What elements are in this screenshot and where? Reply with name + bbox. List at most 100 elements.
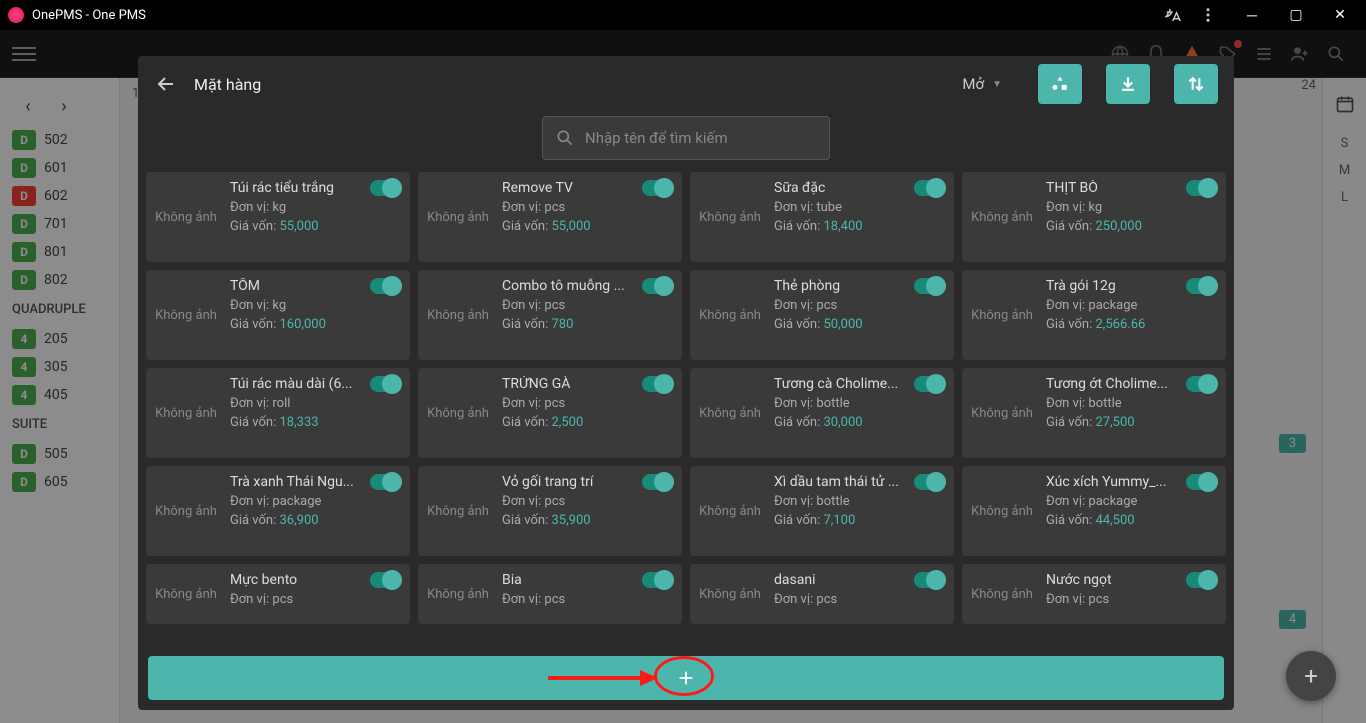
item-card[interactable]: Không ảnh Nước ngọt Đơn vị: pcs — [962, 564, 1226, 624]
item-unit: Đơn vị: pcs — [502, 396, 674, 411]
item-card[interactable]: Không ảnh Remove TV Đơn vị: pcs Giá vốn:… — [418, 172, 682, 262]
item-price: Giá vốn: 30,000 — [774, 415, 946, 430]
search-box[interactable] — [542, 116, 830, 160]
item-card[interactable]: Không ảnh Mực bento Đơn vị: pcs — [146, 564, 410, 624]
item-name: dasani — [774, 572, 914, 588]
item-card[interactable]: Không ảnh Tương ớt Cholime... Đơn vị: bo… — [962, 368, 1226, 458]
item-card[interactable]: Không ảnh Combo tô muỗng ... Đơn vị: pcs… — [418, 270, 682, 360]
item-card[interactable]: Không ảnh THỊT BÒ Đơn vị: kg Giá vốn: 25… — [962, 172, 1226, 262]
item-price: Giá vốn: 250,000 — [1046, 219, 1218, 234]
item-thumbnail: Không ảnh — [690, 270, 770, 360]
item-card[interactable]: Không ảnh Trà xanh Thái Ngu... Đơn vị: p… — [146, 466, 410, 556]
item-card[interactable]: Không ảnh Bia Đơn vị: pcs — [418, 564, 682, 624]
minimize-button[interactable]: ─ — [1234, 0, 1270, 30]
item-name: Sữa đặc — [774, 180, 914, 196]
item-name: Tương ớt Cholime... — [1046, 376, 1186, 392]
item-card[interactable]: Không ảnh Xì dầu tam thái tử ... Đơn vị:… — [690, 466, 954, 556]
item-card[interactable]: Không ảnh TÔM Đơn vị: kg Giá vốn: 160,00… — [146, 270, 410, 360]
back-button[interactable] — [154, 72, 178, 96]
item-toggle[interactable] — [642, 474, 674, 490]
item-thumbnail: Không ảnh — [962, 368, 1042, 458]
item-card[interactable]: Không ảnh Tương cà Cholime... Đơn vị: bo… — [690, 368, 954, 458]
category-button[interactable] — [1038, 64, 1082, 104]
item-toggle[interactable] — [914, 180, 946, 196]
item-price: Giá vốn: 2,500 — [502, 415, 674, 430]
search-icon — [555, 128, 575, 148]
fab-add-button[interactable]: + — [1286, 651, 1336, 701]
item-unit: Đơn vị: package — [1046, 298, 1218, 313]
item-price: Giá vốn: 36,900 — [230, 513, 402, 528]
item-card[interactable]: Không ảnh dasani Đơn vị: pcs — [690, 564, 954, 624]
item-price: Giá vốn: 18,333 — [230, 415, 402, 430]
item-toggle[interactable] — [642, 278, 674, 294]
item-price: Giá vốn: 18,400 — [774, 219, 946, 234]
item-unit: Đơn vị: pcs — [502, 494, 674, 509]
close-button[interactable]: ✕ — [1322, 0, 1358, 30]
item-toggle[interactable] — [370, 572, 402, 588]
download-button[interactable] — [1106, 64, 1150, 104]
sort-button[interactable] — [1174, 64, 1218, 104]
dropdown-label: Mở — [962, 75, 984, 93]
item-price: Giá vốn: 50,000 — [774, 317, 946, 332]
item-toggle[interactable] — [1186, 572, 1218, 588]
item-name: Combo tô muỗng ... — [502, 278, 642, 294]
item-toggle[interactable] — [642, 376, 674, 392]
item-price: Giá vốn: 2,566.66 — [1046, 317, 1218, 332]
app-logo-icon — [8, 7, 24, 23]
item-toggle[interactable] — [914, 376, 946, 392]
item-toggle[interactable] — [914, 474, 946, 490]
item-thumbnail: Không ảnh — [146, 172, 226, 262]
item-toggle[interactable] — [642, 572, 674, 588]
item-card[interactable]: Không ảnh Túi rác màu dài (6... Đơn vị: … — [146, 368, 410, 458]
item-toggle[interactable] — [1186, 474, 1218, 490]
item-toggle[interactable] — [1186, 376, 1218, 392]
item-unit: Đơn vị: tube — [774, 200, 946, 215]
item-name: Nước ngọt — [1046, 572, 1186, 588]
item-card[interactable]: Không ảnh Xúc xích Yummy_... Đơn vị: pac… — [962, 466, 1226, 556]
item-unit: Đơn vị: bottle — [774, 494, 946, 509]
item-unit: Đơn vị: pcs — [1046, 592, 1218, 607]
item-card[interactable]: Không ảnh Thẻ phòng Đơn vị: pcs Giá vốn:… — [690, 270, 954, 360]
item-name: Bia — [502, 572, 642, 588]
item-toggle[interactable] — [370, 376, 402, 392]
item-name: Xì dầu tam thái tử ... — [774, 474, 914, 490]
maximize-button[interactable]: ▢ — [1278, 0, 1314, 30]
item-name: Xúc xích Yummy_... — [1046, 474, 1186, 490]
item-thumbnail: Không ảnh — [690, 368, 770, 458]
item-name: Túi rác màu dài (6... — [230, 376, 370, 392]
items-modal: Mặt hàng Mở ▼ Không ảnh Túi rác tiểu trắ… — [138, 56, 1234, 710]
item-price: Giá vốn: 35,900 — [502, 513, 674, 528]
item-card[interactable]: Không ảnh Vỏ gối trang trí Đơn vị: pcs G… — [418, 466, 682, 556]
item-price: Giá vốn: 55,000 — [230, 219, 402, 234]
item-card[interactable]: Không ảnh Túi rác tiểu trắng Đơn vị: kg … — [146, 172, 410, 262]
item-unit: Đơn vị: bottle — [1046, 396, 1218, 411]
item-thumbnail: Không ảnh — [418, 172, 498, 262]
add-item-button[interactable] — [148, 656, 1224, 700]
item-toggle[interactable] — [914, 278, 946, 294]
status-dropdown[interactable]: Mở ▼ — [950, 69, 1014, 99]
item-toggle[interactable] — [1186, 278, 1218, 294]
more-vert-icon[interactable] — [1198, 5, 1218, 25]
item-thumbnail: Không ảnh — [418, 270, 498, 360]
search-input[interactable] — [585, 129, 817, 147]
item-toggle[interactable] — [642, 180, 674, 196]
item-toggle[interactable] — [914, 572, 946, 588]
item-card[interactable]: Không ảnh Trà gói 12g Đơn vị: package Gi… — [962, 270, 1226, 360]
item-name: Vỏ gối trang trí — [502, 474, 642, 490]
translate-icon[interactable] — [1162, 5, 1182, 25]
item-thumbnail: Không ảnh — [418, 564, 498, 624]
item-name: THỊT BÒ — [1046, 180, 1186, 196]
item-toggle[interactable] — [370, 474, 402, 490]
item-toggle[interactable] — [1186, 180, 1218, 196]
item-toggle[interactable] — [370, 278, 402, 294]
item-unit: Đơn vị: pcs — [502, 200, 674, 215]
item-unit: Đơn vị: kg — [230, 298, 402, 313]
item-toggle[interactable] — [370, 180, 402, 196]
item-unit: Đơn vị: package — [1046, 494, 1218, 509]
item-name: Tương cà Cholime... — [774, 376, 914, 392]
item-thumbnail: Không ảnh — [418, 368, 498, 458]
item-card[interactable]: Không ảnh TRỨNG GÀ Đơn vị: pcs Giá vốn: … — [418, 368, 682, 458]
item-card[interactable]: Không ảnh Sữa đặc Đơn vị: tube Giá vốn: … — [690, 172, 954, 262]
item-price: Giá vốn: 55,000 — [502, 219, 674, 234]
item-thumbnail: Không ảnh — [146, 368, 226, 458]
